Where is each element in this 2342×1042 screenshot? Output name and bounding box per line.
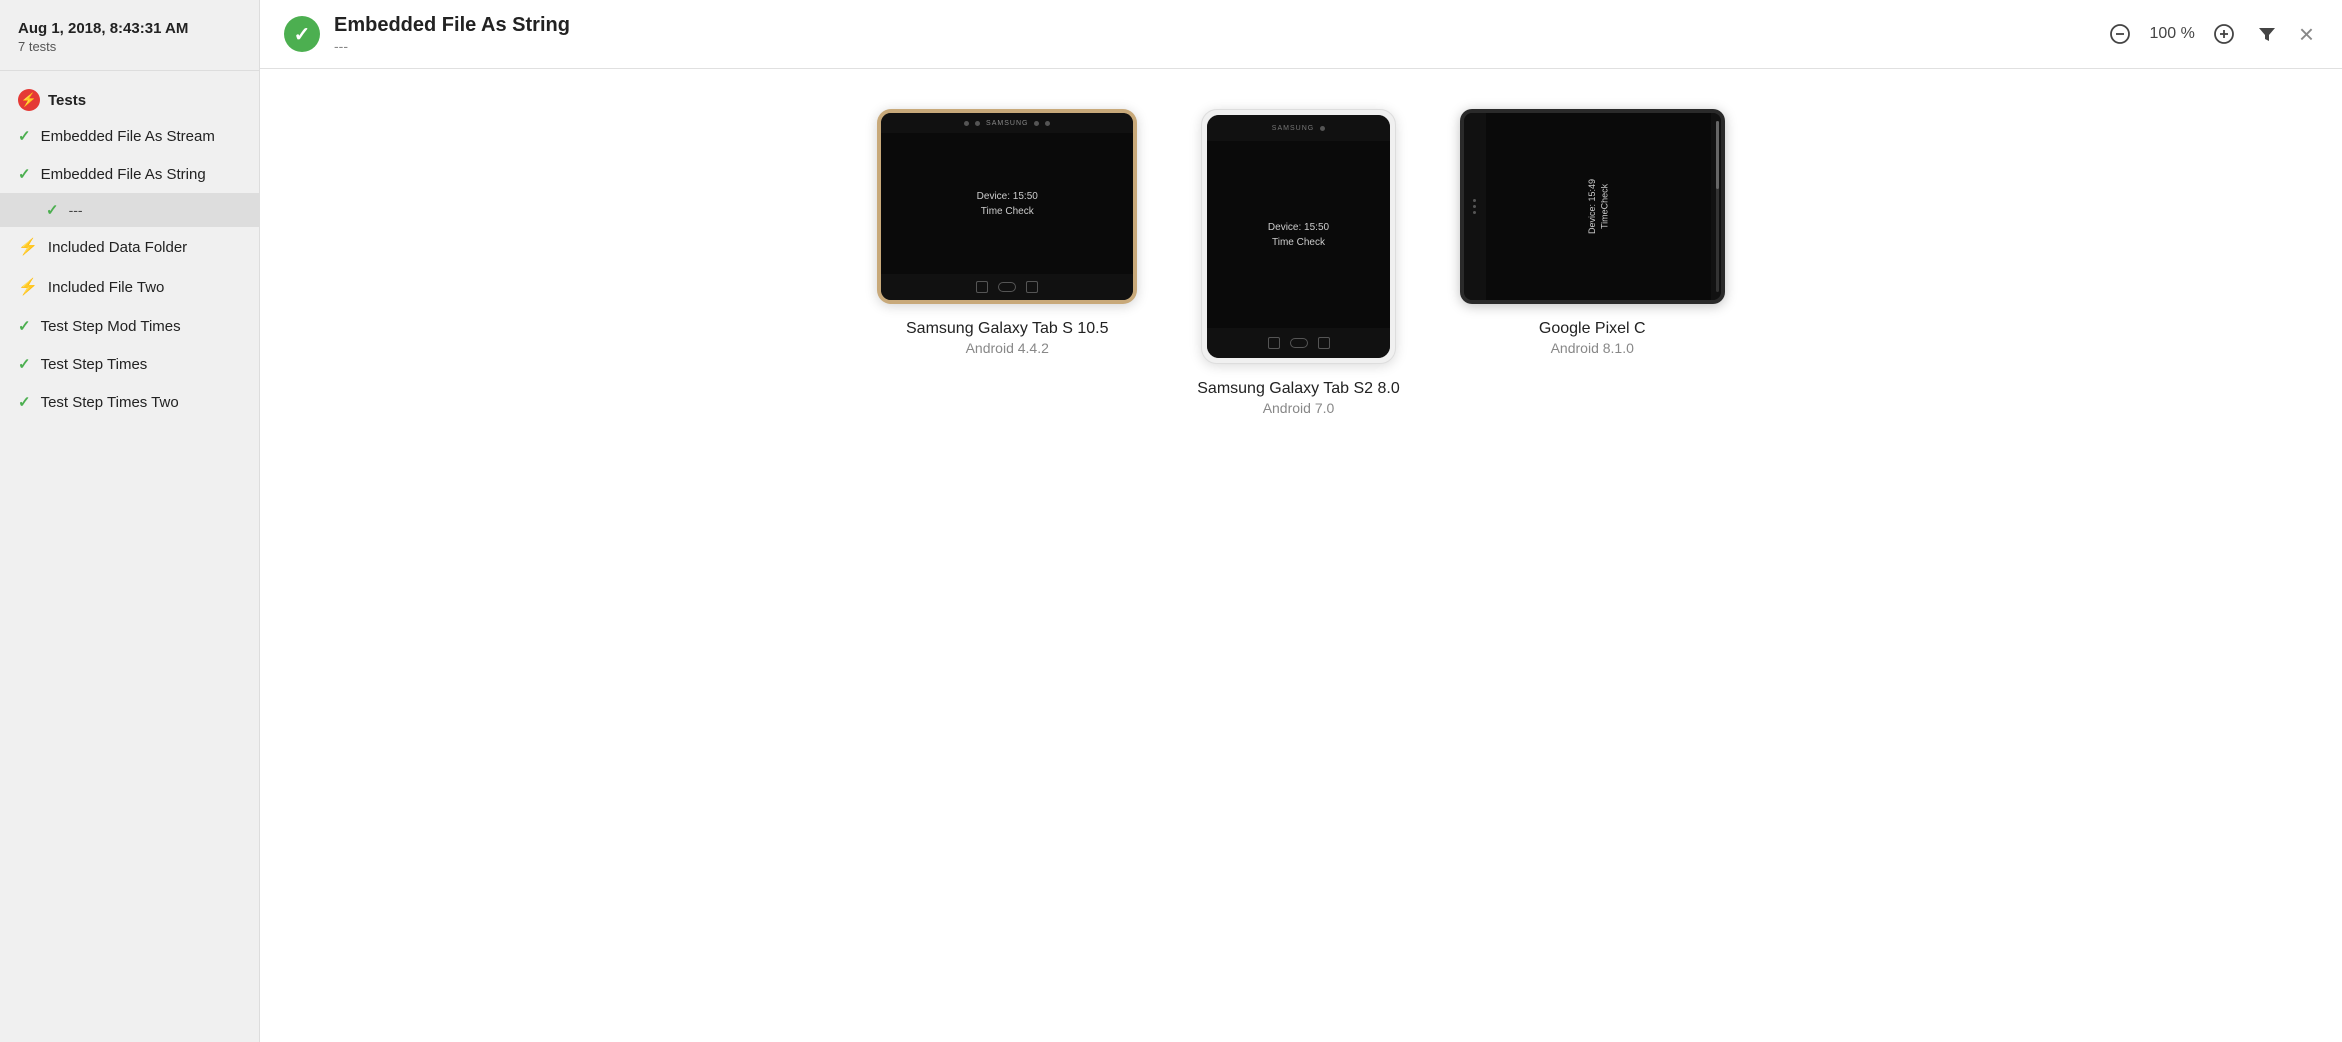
bolt-icon-data-folder: ⚡ bbox=[18, 237, 38, 257]
tab-s2-80-frame: SAMSUNG Device: 15:50 Time Check bbox=[1201, 109, 1396, 364]
zoom-out-button[interactable] bbox=[2105, 19, 2135, 49]
topbar-title: Embedded File As String bbox=[334, 14, 2091, 37]
sidebar-item-test-step-times[interactable]: ✓ Test Step Times bbox=[0, 345, 259, 383]
pixel-c-screen: Device: 15:49 TimeCheck bbox=[1486, 113, 1711, 300]
tab-s-105-bezel-bottom bbox=[881, 274, 1133, 300]
zoom-level: 100 % bbox=[2149, 25, 2194, 43]
close-button[interactable]: × bbox=[2295, 15, 2318, 54]
device-info-tab-s2-80: Samsung Galaxy Tab S2 8.0 Android 7.0 bbox=[1197, 380, 1400, 416]
bolt-icon-file-two: ⚡ bbox=[18, 277, 38, 297]
check-icon-mod-times: ✓ bbox=[18, 317, 31, 335]
sidebar-subitem-triple-dash[interactable]: ✓ --- bbox=[0, 193, 259, 227]
pixel-c-scrollbar bbox=[1716, 121, 1719, 292]
pixel-c-screen-text: Device: 15:49 TimeCheck bbox=[1586, 179, 1611, 234]
tab-s-105-screen-text: Device: 15:50 Time Check bbox=[977, 189, 1038, 219]
main-content: ✓ Embedded File As String --- 100 % bbox=[260, 0, 2342, 1042]
sidebar-label-included-data-folder: Included Data Folder bbox=[48, 239, 187, 256]
tab-s2-80-bezel-top: SAMSUNG bbox=[1207, 115, 1390, 141]
samsung-logo-2: SAMSUNG bbox=[1272, 125, 1314, 132]
device-name-tab-s-105: Samsung Galaxy Tab S 10.5 bbox=[906, 320, 1109, 338]
tab-s2-80-screen: Device: 15:50 Time Check bbox=[1207, 141, 1390, 328]
sidebar-label-test-step-times-two: Test Step Times Two bbox=[41, 394, 179, 411]
sidebar-label-test-step-times: Test Step Times bbox=[41, 356, 148, 373]
tab-s-105-dot2 bbox=[975, 121, 980, 126]
device-grid: SAMSUNG Device: 15:50 Time Check bbox=[260, 69, 2342, 1042]
pixel-c-frame: Device: 15:49 TimeCheck bbox=[1460, 109, 1725, 304]
tab-s-105-frame: SAMSUNG Device: 15:50 Time Check bbox=[877, 109, 1137, 304]
topbar-controls: 100 % × bbox=[2105, 15, 2318, 54]
check-icon-stream: ✓ bbox=[18, 127, 31, 145]
tab-s2-80-bezel-bottom bbox=[1207, 328, 1390, 358]
device-os-tab-s-105: Android 4.4.2 bbox=[906, 340, 1109, 356]
tab-s-105-inner: SAMSUNG Device: 15:50 Time Check bbox=[881, 113, 1133, 300]
pixel-c-inner: Device: 15:49 TimeCheck bbox=[1464, 113, 1721, 300]
device-name-tab-s2-80: Samsung Galaxy Tab S2 8.0 bbox=[1197, 380, 1400, 398]
sidebar-header: Aug 1, 2018, 8:43:31 AM 7 tests bbox=[0, 20, 259, 70]
tab-s-105-nav-back bbox=[976, 281, 988, 293]
tab-s2-80-nav-recent bbox=[1318, 337, 1330, 349]
device-info-pixel-c: Google Pixel C Android 8.1.0 bbox=[1539, 320, 1646, 356]
topbar-subtitle: --- bbox=[334, 38, 2091, 54]
device-info-tab-s-105: Samsung Galaxy Tab S 10.5 Android 4.4.2 bbox=[906, 320, 1109, 356]
filter-button[interactable] bbox=[2253, 20, 2281, 48]
tab-s-105-screen: Device: 15:50 Time Check bbox=[881, 133, 1133, 274]
device-os-pixel-c: Android 8.1.0 bbox=[1539, 340, 1646, 356]
tab-s-105-dot4 bbox=[1045, 121, 1050, 126]
tablet-frame-tab-s2-80: SAMSUNG Device: 15:50 Time Check bbox=[1201, 109, 1396, 364]
sidebar-divider bbox=[0, 70, 259, 71]
pixel-c-dot-3 bbox=[1473, 211, 1476, 214]
sidebar-test-count: 7 tests bbox=[18, 39, 241, 54]
sidebar-section-tests: ⚡ Tests bbox=[0, 83, 259, 117]
device-card-tab-s-105: SAMSUNG Device: 15:50 Time Check bbox=[877, 109, 1137, 356]
check-icon-times-two: ✓ bbox=[18, 393, 31, 411]
tablet-frame-tab-s-105: SAMSUNG Device: 15:50 Time Check bbox=[877, 109, 1137, 304]
sidebar-item-embedded-file-string[interactable]: ✓ Embedded File As String bbox=[0, 155, 259, 193]
tab-s2-80-camera bbox=[1320, 126, 1325, 131]
pixel-c-side-bar bbox=[1464, 113, 1486, 300]
sidebar-item-test-step-times-two[interactable]: ✓ Test Step Times Two bbox=[0, 383, 259, 421]
check-icon-string: ✓ bbox=[18, 165, 31, 183]
pixel-c-scrollbar-thumb bbox=[1716, 121, 1719, 189]
sidebar-label-included-file-two: Included File Two bbox=[48, 279, 164, 296]
sidebar-item-test-step-mod-times[interactable]: ✓ Test Step Mod Times bbox=[0, 307, 259, 345]
check-icon-times: ✓ bbox=[18, 355, 31, 373]
pixel-c-dot-1 bbox=[1473, 199, 1476, 202]
zoom-in-button[interactable] bbox=[2209, 19, 2239, 49]
topbar: ✓ Embedded File As String --- 100 % bbox=[260, 0, 2342, 69]
tab-s2-80-screen-text: Device: 15:50 Time Check bbox=[1268, 220, 1329, 250]
device-card-tab-s2-80: SAMSUNG Device: 15:50 Time Check bbox=[1197, 109, 1400, 416]
sidebar: Aug 1, 2018, 8:43:31 AM 7 tests ⚡ Tests … bbox=[0, 0, 260, 1042]
tab-s-105-dot1 bbox=[964, 121, 969, 126]
sidebar-label-test-step-mod-times: Test Step Mod Times bbox=[41, 318, 181, 335]
device-os-tab-s2-80: Android 7.0 bbox=[1197, 400, 1400, 416]
tests-bolt-icon: ⚡ bbox=[18, 89, 40, 111]
sidebar-item-included-data-folder[interactable]: ⚡ Included Data Folder bbox=[0, 227, 259, 267]
topbar-status-icon: ✓ bbox=[284, 16, 320, 52]
sidebar-subitem-label-dash: --- bbox=[69, 202, 83, 218]
pixel-c-right-bar bbox=[1711, 113, 1721, 300]
tab-s2-80-inner: SAMSUNG Device: 15:50 Time Check bbox=[1207, 115, 1390, 358]
tab-s-105-nav-recent bbox=[1026, 281, 1038, 293]
check-icon-dash: ✓ bbox=[46, 201, 59, 219]
tab-s2-80-home-btn bbox=[1290, 338, 1308, 348]
sidebar-label-embedded-file-stream: Embedded File As Stream bbox=[41, 128, 215, 145]
pixel-c-dot-2 bbox=[1473, 205, 1476, 208]
sidebar-section-label-text: Tests bbox=[48, 92, 86, 109]
device-name-pixel-c: Google Pixel C bbox=[1539, 320, 1646, 338]
device-card-pixel-c: Device: 15:49 TimeCheck Google Pixel C bbox=[1460, 109, 1725, 356]
tab-s-105-dot3 bbox=[1034, 121, 1039, 126]
pixel-c-dots bbox=[1473, 199, 1476, 214]
sidebar-item-embedded-file-stream[interactable]: ✓ Embedded File As Stream bbox=[0, 117, 259, 155]
sidebar-item-included-file-two[interactable]: ⚡ Included File Two bbox=[0, 267, 259, 307]
tab-s2-80-nav-back bbox=[1268, 337, 1280, 349]
tab-s-105-home-btn bbox=[998, 282, 1016, 292]
topbar-title-block: Embedded File As String --- bbox=[334, 14, 2091, 54]
samsung-logo-1: SAMSUNG bbox=[986, 120, 1028, 127]
tablet-frame-pixel-c: Device: 15:49 TimeCheck bbox=[1460, 109, 1725, 304]
tab-s-105-bezel-top: SAMSUNG bbox=[881, 113, 1133, 133]
sidebar-date: Aug 1, 2018, 8:43:31 AM bbox=[18, 20, 241, 37]
sidebar-label-embedded-file-string: Embedded File As String bbox=[41, 166, 206, 183]
